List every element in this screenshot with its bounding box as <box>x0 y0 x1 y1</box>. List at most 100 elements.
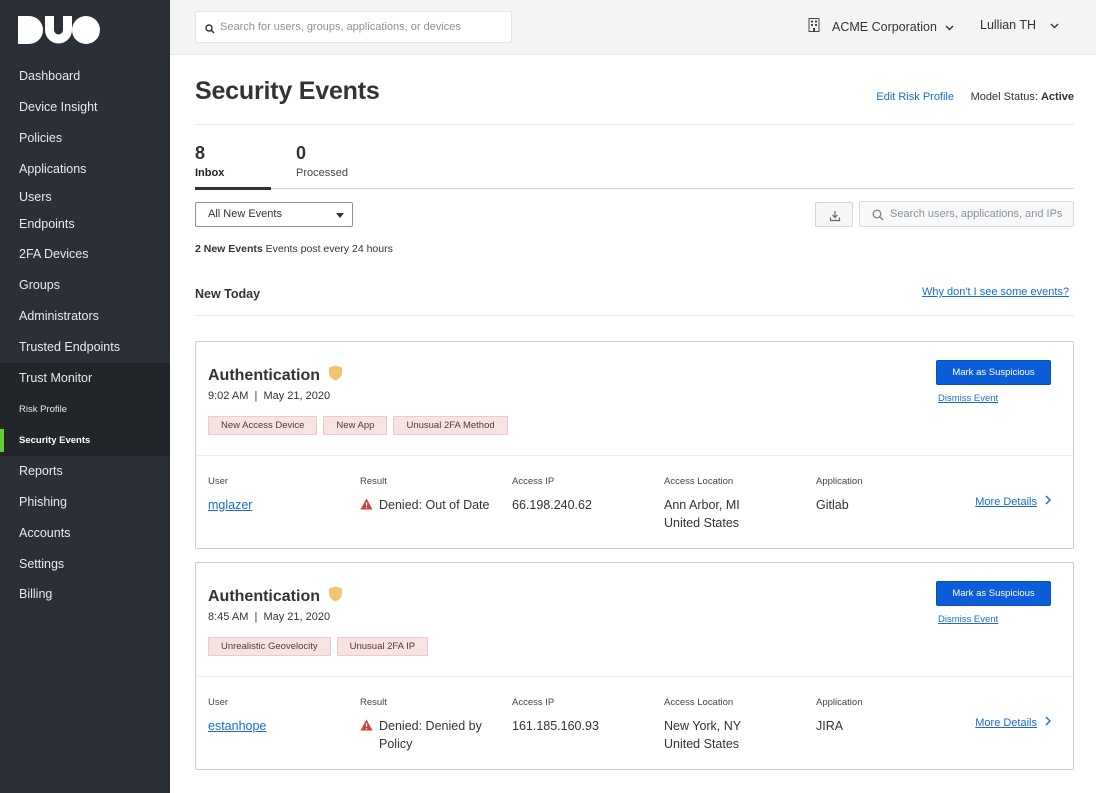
event-tags: Unrealistic Geovelocity Unusual 2FA IP <box>208 637 434 656</box>
top-bar: ACME Corporation Lullian TH <box>170 0 1096 55</box>
event-location-line1: New York, NY <box>664 719 742 733</box>
tab-processed-count: 0 <box>296 143 307 163</box>
org-name: ACME Corporation <box>832 19 937 34</box>
event-location-cell: Access Location New York, NY United Stat… <box>664 697 741 753</box>
dismiss-event-link[interactable]: Dismiss Event <box>938 393 998 404</box>
mark-suspicious-button[interactable]: Mark as Suspicious <box>936 360 1051 385</box>
dismiss-event-link[interactable]: Dismiss Event <box>938 614 998 625</box>
sidebar-item-phishing[interactable]: Phishing <box>0 487 170 518</box>
column-label-result: Result <box>360 476 387 487</box>
page-title: Security Events <box>195 77 380 105</box>
why-missing-events-link[interactable]: Why don't I see some events? <box>922 286 1069 298</box>
sidebar-group-trust-monitor: Trust Monitor Risk Profile Security Even… <box>0 363 170 456</box>
download-button[interactable] <box>815 202 853 227</box>
sidebar-item-dashboard[interactable]: Dashboard <box>0 61 170 92</box>
column-label-access-location: Access Location <box>664 697 734 708</box>
sidebar-item-settings[interactable]: Settings <box>0 549 170 580</box>
event-location-line1: Ann Arbor, MI <box>664 498 740 512</box>
event-result-text: Denied: Denied by Policy <box>379 719 482 751</box>
sidebar-item-applications[interactable]: Applications <box>0 154 170 185</box>
warning-icon <box>360 718 373 736</box>
more-details-label: More Details <box>975 495 1037 508</box>
tab-inbox[interactable]: 8 Inbox <box>195 143 271 190</box>
event-card: Authentication 9:02 AM | May 21, 2020 Ne… <box>195 341 1074 549</box>
duo-logo-icon <box>18 16 100 44</box>
divider <box>196 455 1073 456</box>
column-label-application: Application <box>816 476 863 487</box>
more-details-link[interactable]: More Details <box>975 495 1051 508</box>
sidebar-item-device-insight[interactable]: Device Insight <box>0 92 170 123</box>
sidebar-item-accounts[interactable]: Accounts <box>0 518 170 549</box>
sidebar-subitem-security-events[interactable]: Security Events <box>0 425 170 456</box>
column-label-access-location: Access Location <box>664 476 734 487</box>
event-user-cell: User mglazer <box>208 476 252 514</box>
event-search[interactable] <box>859 201 1074 227</box>
more-details-link[interactable]: More Details <box>975 716 1051 729</box>
duo-logo[interactable] <box>18 16 100 49</box>
building-icon <box>808 18 820 35</box>
event-title: Authentication <box>208 365 343 386</box>
event-ip-cell: Access IP 66.198.240.62 <box>512 476 592 514</box>
model-status-value: Active <box>1040 91 1074 103</box>
sidebar-item-billing[interactable]: Billing <box>0 579 170 610</box>
section-title-new-today: New Today <box>195 287 261 301</box>
divider <box>195 124 1074 125</box>
shield-icon <box>328 365 343 386</box>
sidebar-item-endpoints[interactable]: Endpoints <box>0 209 170 240</box>
event-tabs: 8 Inbox 0 Processed <box>195 143 1074 190</box>
shield-icon <box>328 586 343 607</box>
event-user-link[interactable]: estanhope <box>208 717 266 735</box>
chevron-right-icon <box>1045 716 1051 729</box>
edit-risk-profile-link[interactable]: Edit Risk Profile <box>876 91 954 103</box>
chevron-down-icon <box>1050 18 1059 32</box>
sidebar-nav: Dashboard Device Insight Policies Applic… <box>0 61 170 610</box>
event-tag: New Access Device <box>208 416 318 435</box>
column-label-user: User <box>208 697 229 708</box>
event-card: Authentication 8:45 AM | May 21, 2020 Un… <box>195 562 1074 770</box>
event-user-cell: User estanhope <box>208 697 266 735</box>
sidebar-item-administrators[interactable]: Administrators <box>0 301 170 332</box>
user-menu[interactable]: Lullian TH <box>980 18 1059 32</box>
search-icon <box>872 208 884 226</box>
sidebar-item-users[interactable]: Users <box>0 185 170 209</box>
global-search[interactable] <box>195 11 512 43</box>
event-result: Denied: Denied by Policy <box>360 717 494 753</box>
search-icon <box>205 21 215 39</box>
event-summary: 2 New Events Events post every 24 hours <box>195 243 393 255</box>
event-ip-cell: Access IP 161.185.160.93 <box>512 697 599 735</box>
event-tag: New App <box>323 416 388 435</box>
event-application-cell: Application JIRA <box>816 697 862 735</box>
column-label-application: Application <box>816 697 863 708</box>
event-result-cell: Result Denied: Denied by Policy <box>360 697 494 753</box>
event-application: JIRA <box>816 719 844 733</box>
sidebar-item-groups[interactable]: Groups <box>0 270 170 301</box>
model-status: Model Status: Active <box>971 91 1074 103</box>
event-type: Authentication <box>208 366 320 384</box>
event-result-text: Denied: Out of Date <box>379 498 490 512</box>
sidebar-item-trust-monitor[interactable]: Trust Monitor <box>0 363 170 394</box>
org-switcher[interactable]: ACME Corporation <box>808 18 954 35</box>
tab-inbox-count: 8 <box>195 143 206 163</box>
tab-processed[interactable]: 0 Processed <box>296 143 376 189</box>
divider <box>195 315 1074 316</box>
user-name: Lullian TH <box>980 18 1037 32</box>
event-type: Authentication <box>208 587 320 605</box>
event-result: Denied: Out of Date <box>360 496 494 515</box>
event-search-input[interactable] <box>890 202 1073 226</box>
mark-suspicious-button[interactable]: Mark as Suspicious <box>936 581 1051 606</box>
sidebar-subitem-risk-profile[interactable]: Risk Profile <box>0 394 170 425</box>
sidebar-item-policies[interactable]: Policies <box>0 123 170 154</box>
sidebar-item-trusted-endpoints[interactable]: Trusted Endpoints <box>0 332 170 363</box>
event-title: Authentication <box>208 586 343 607</box>
event-location-line2: United States <box>664 737 740 751</box>
event-user-link[interactable]: mglazer <box>208 496 252 514</box>
event-location: New York, NY United States <box>664 717 741 753</box>
event-application-cell: Application Gitlab <box>816 476 862 514</box>
warning-icon <box>360 497 373 515</box>
event-filter-select[interactable]: All New Events <box>195 202 353 227</box>
event-application: Gitlab <box>816 498 849 512</box>
global-search-input[interactable] <box>220 12 505 42</box>
event-access-ip: 161.185.160.93 <box>512 719 599 733</box>
sidebar-item-2fa-devices[interactable]: 2FA Devices <box>0 239 170 270</box>
sidebar-item-reports[interactable]: Reports <box>0 456 170 487</box>
